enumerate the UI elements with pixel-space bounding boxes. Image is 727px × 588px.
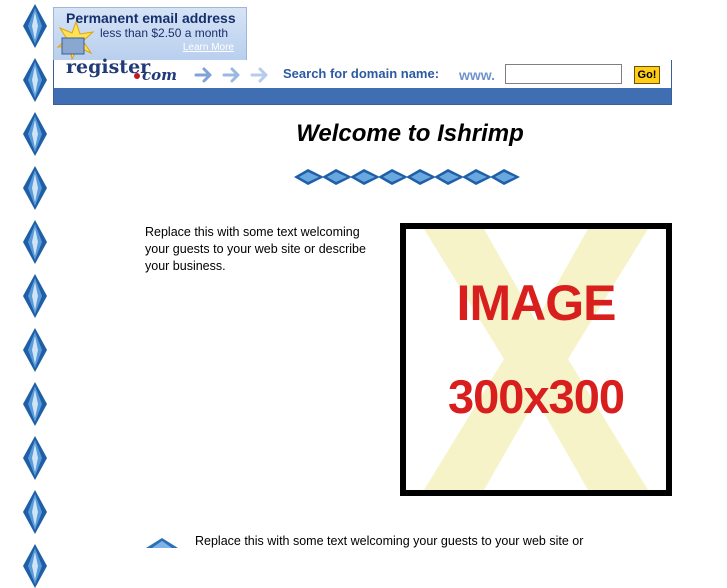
side-gem-icon [23,436,47,480]
left-gem-strip [22,0,48,588]
logo-dot-icon [134,73,140,79]
divider-gem-icon [322,169,352,185]
search-bar-band [54,88,671,104]
domain-search-input[interactable] [505,64,622,84]
placeholder-x-icon [424,229,648,490]
image-label-line1: IMAGE [456,275,617,331]
banner-title: Permanent email address [66,10,236,26]
bottom-paragraph: Replace this with some text welcoming yo… [195,534,584,548]
intro-paragraph: Replace this with some text welcoming yo… [145,225,366,273]
www-prefix: www. [459,67,496,83]
side-gem-icon [23,544,47,588]
side-gem-icon [23,166,47,210]
page-title: Welcome to Ishrimp [296,120,524,147]
side-gem-icon [23,4,47,48]
side-gem-icon [23,328,47,372]
com-logo-text[interactable]: com [142,66,177,84]
divider-gem-icon [406,169,436,185]
divider-gem-icon [294,169,324,185]
right-arrows-icon [194,67,268,83]
image-label-line2: 300x300 [448,370,625,423]
divider-gem-icon [462,169,492,185]
domain-search-bar: register com Search for domain name: www… [53,56,672,105]
side-gem-icon [23,274,47,318]
divider-gem-icon [350,169,380,185]
email-ad-banner[interactable]: Permanent email address less than $2.50 … [53,7,247,61]
divider-gem-icon [378,169,408,185]
image-placeholder: IMAGE 300x300 [400,223,672,496]
side-gem-icon [23,382,47,426]
side-gem-icon [23,58,47,102]
go-button[interactable]: Go! [634,66,660,84]
search-domain-label: Search for domain name: [283,66,440,81]
gem-divider [294,169,520,185]
banner-subtitle: less than $2.50 a month [100,26,229,40]
bottom-gem-icon [146,538,178,548]
side-gem-icon [23,220,47,264]
image-placeholder-inner: IMAGE 300x300 [406,229,666,490]
divider-gem-icon [490,169,520,185]
starburst-icon [56,20,95,60]
divider-gem-icon [434,169,464,185]
learn-more-link[interactable]: Learn More [183,42,234,53]
side-gem-icon [23,490,47,534]
